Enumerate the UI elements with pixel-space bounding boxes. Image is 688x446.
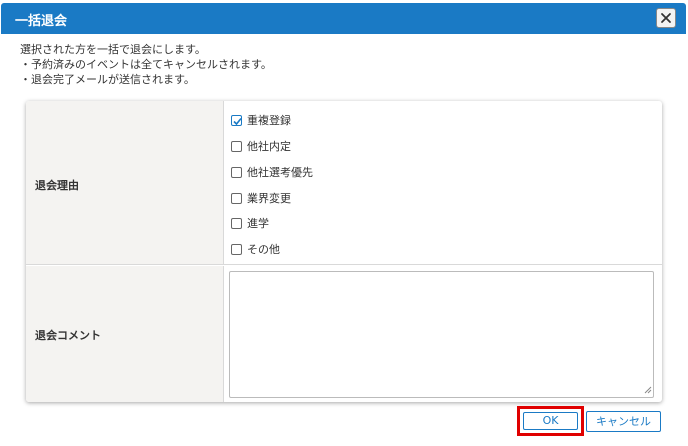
dialog-title: 一括退会 [15, 14, 68, 29]
reason-option-label: 他社内定 [247, 140, 291, 153]
dialog-titlebar: 一括退会 [1, 3, 686, 34]
description-line: ・予約済みのイベントは全てキャンセルされます。 [20, 58, 272, 71]
reason-checkbox-other-offer[interactable]: 他社内定 [231, 138, 291, 154]
description-line: 選択された方を一括で退会にします。 [20, 43, 206, 56]
reason-checkbox-duplicate[interactable]: 重複登録 [231, 112, 291, 128]
checkbox-checked-icon[interactable] [231, 114, 242, 126]
checkbox-icon[interactable] [231, 166, 242, 178]
comment-label: 退会コメント [35, 329, 101, 342]
reason-checkbox-further-study[interactable]: 進学 [231, 215, 269, 231]
close-icon [661, 13, 671, 23]
reason-option-label: その他 [247, 243, 280, 256]
withdraw-form: 退会理由 重複登録 他社内定 他社選考優先 業界変更 進学 その他 退会コメント [26, 101, 662, 402]
reason-option-label: 重複登録 [247, 114, 291, 127]
reason-option-label: 他社選考優先 [247, 166, 313, 179]
close-button[interactable] [656, 8, 676, 28]
comment-row: 退会コメント [26, 266, 662, 402]
reason-row: 退会理由 重複登録 他社内定 他社選考優先 業界変更 進学 その他 [26, 101, 662, 265]
checkbox-icon[interactable] [231, 243, 242, 255]
ok-button-label: OK [523, 412, 578, 430]
reason-label-cell: 退会理由 [26, 101, 224, 264]
checkbox-icon[interactable] [231, 192, 242, 204]
resize-grip-icon[interactable] [644, 386, 652, 394]
reason-option-label: 進学 [247, 217, 269, 230]
reason-option-label: 業界変更 [247, 192, 291, 205]
comment-label-cell: 退会コメント [26, 266, 224, 402]
comment-textarea[interactable] [229, 271, 654, 398]
reason-checkbox-other-selection[interactable]: 他社選考優先 [231, 164, 313, 180]
bulk-withdraw-dialog: 一括退会 選択された方を一括で退会にします。 ・予約済みのイベントは全てキャンセ… [0, 0, 688, 446]
checkbox-icon[interactable] [231, 217, 242, 229]
checkbox-icon[interactable] [231, 140, 242, 152]
reason-label: 退会理由 [35, 179, 79, 192]
ok-button[interactable]: OK [517, 406, 584, 436]
cancel-button[interactable]: キャンセル [586, 411, 661, 432]
reason-checkbox-other[interactable]: その他 [231, 241, 280, 257]
dialog-description: 選択された方を一括で退会にします。 ・予約済みのイベントは全てキャンセルされます… [20, 42, 272, 87]
description-line: ・退会完了メールが送信されます。 [20, 73, 195, 86]
reason-checkbox-industry-change[interactable]: 業界変更 [231, 190, 291, 206]
